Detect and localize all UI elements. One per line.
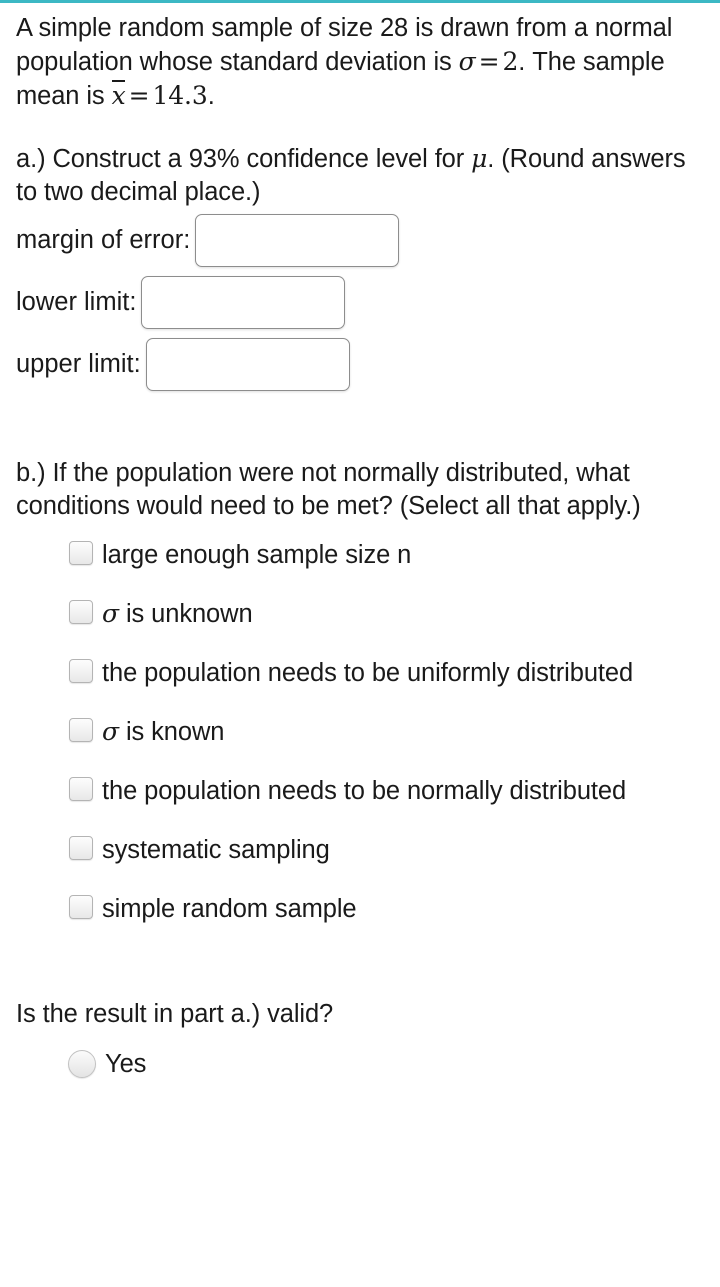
checkbox-option-label: simple random sample bbox=[102, 895, 357, 923]
checkbox-icon[interactable] bbox=[69, 895, 93, 919]
part-b-question: b.) If the population were not normally … bbox=[16, 459, 641, 520]
problem-line-2-period: . bbox=[207, 82, 215, 110]
part-b-option-list: large enough sample size n σ is unknown … bbox=[0, 523, 720, 928]
sigma-value: 2 bbox=[502, 47, 519, 76]
checkbox-option-uniformly-distributed[interactable]: the population needs to be uniformly dis… bbox=[69, 654, 710, 692]
problem-statement: A simple random sample of size 28 is dra… bbox=[0, 3, 720, 113]
x-bar-symbol: x bbox=[111, 80, 126, 110]
sigma-symbol: σ bbox=[102, 599, 119, 628]
checkbox-option-label: systematic sampling bbox=[102, 836, 330, 864]
checkbox-icon[interactable] bbox=[69, 718, 93, 742]
lower-limit-row: lower limit: bbox=[16, 271, 720, 333]
upper-limit-row: upper limit: bbox=[16, 333, 720, 395]
checkbox-icon[interactable] bbox=[69, 836, 93, 860]
radio-option-label: Yes bbox=[105, 1050, 147, 1078]
part-a-text-before-mu: a.) Construct a 93% confidence level for bbox=[16, 145, 472, 173]
checkbox-icon[interactable] bbox=[69, 541, 93, 565]
radio-button-icon[interactable] bbox=[68, 1050, 96, 1078]
checkbox-option-label-rest: is known bbox=[118, 718, 225, 746]
checkbox-icon[interactable] bbox=[69, 659, 93, 683]
validity-option-list: Yes bbox=[0, 1031, 720, 1080]
checkbox-icon[interactable] bbox=[69, 600, 93, 624]
checkbox-option-simple-random-sample[interactable]: simple random sample bbox=[69, 890, 710, 928]
margin-of-error-row: margin of error: bbox=[16, 209, 720, 271]
spacer-after-problem bbox=[0, 113, 720, 142]
part-a-answer-fields: margin of error: lower limit: upper limi… bbox=[0, 209, 720, 395]
question-page: A simple random sample of size 28 is dra… bbox=[0, 3, 720, 1080]
margin-of-error-label: margin of error: bbox=[16, 226, 191, 254]
checkbox-option-label: the population needs to be uniformly dis… bbox=[102, 659, 634, 687]
equals-sign-sigma: = bbox=[478, 47, 500, 76]
checkbox-option-large-sample-size[interactable]: large enough sample size n bbox=[69, 536, 710, 574]
checkbox-option-label: large enough sample size n bbox=[102, 541, 412, 569]
spacer-after-part-a bbox=[0, 395, 720, 457]
checkbox-option-sigma-unknown[interactable]: σ is unknown bbox=[69, 595, 710, 633]
radio-option-yes[interactable]: Yes bbox=[68, 1048, 710, 1080]
checkbox-option-label: σ is known bbox=[102, 713, 224, 751]
checkbox-option-label: σ is unknown bbox=[102, 595, 253, 633]
checkbox-option-label: the population needs to be normally dist… bbox=[102, 777, 627, 805]
equals-sign-xbar: = bbox=[128, 81, 150, 110]
checkbox-option-normally-distributed[interactable]: the population needs to be normally dist… bbox=[69, 772, 710, 810]
checkbox-option-label-rest: is unknown bbox=[118, 600, 253, 628]
checkbox-icon[interactable] bbox=[69, 777, 93, 801]
problem-line-1-period: . bbox=[518, 48, 526, 76]
checkbox-option-sigma-known[interactable]: σ is known bbox=[69, 713, 710, 751]
x-bar-value: 14.3 bbox=[152, 81, 208, 110]
lower-limit-label: lower limit: bbox=[16, 288, 137, 316]
spacer-before-validity bbox=[0, 949, 720, 998]
margin-of-error-input[interactable] bbox=[195, 213, 400, 267]
upper-limit-input[interactable] bbox=[145, 337, 350, 391]
part-a-question: a.) Construct a 93% confidence level for… bbox=[0, 142, 720, 209]
validity-question: Is the result in part a.) valid? bbox=[16, 1000, 334, 1028]
mu-symbol: μ bbox=[471, 144, 488, 173]
sigma-symbol: σ bbox=[102, 717, 119, 746]
sigma-symbol: σ bbox=[458, 47, 476, 76]
lower-limit-input[interactable] bbox=[141, 275, 346, 329]
upper-limit-label: upper limit: bbox=[16, 350, 141, 378]
checkbox-option-systematic-sampling[interactable]: systematic sampling bbox=[69, 831, 710, 869]
